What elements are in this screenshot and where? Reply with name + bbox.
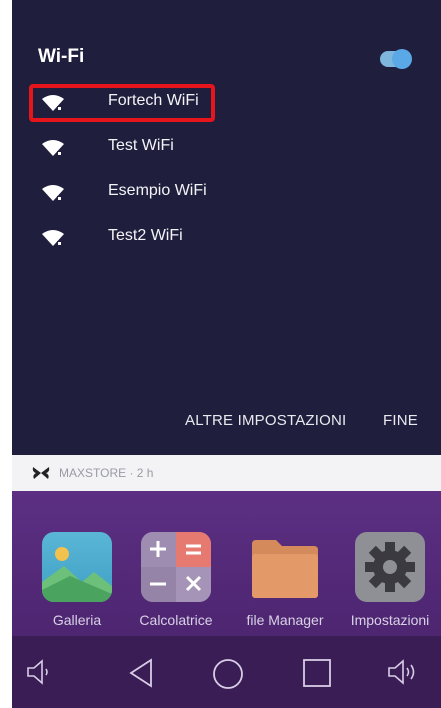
app-impostazioni[interactable]: Impostazioni bbox=[340, 532, 440, 628]
network-row-test2[interactable]: Test2 WiFi bbox=[12, 217, 441, 257]
app-label: Calcolatrice bbox=[139, 612, 213, 628]
wifi-locked-icon bbox=[42, 185, 64, 201]
app-label: Galleria bbox=[52, 612, 102, 628]
more-settings-button[interactable]: ALTRE IMPOSTAZIONI bbox=[185, 412, 346, 429]
done-button[interactable]: FINE bbox=[383, 412, 418, 429]
screen: Wi-Fi Fortech WiFi Test WiFi Esempio WiF… bbox=[12, 0, 441, 708]
home-screen: Galleria Calcolatrice file Manager Impos… bbox=[12, 491, 441, 636]
app-calcolatrice[interactable]: Calcolatrice bbox=[126, 532, 226, 628]
notification-text: MAXSTORE · 2 h bbox=[59, 466, 154, 480]
app-label: file Manager bbox=[246, 612, 324, 628]
network-name: Test2 WiFi bbox=[108, 227, 183, 244]
app-file-manager[interactable]: file Manager bbox=[235, 532, 335, 628]
calculator-icon bbox=[141, 532, 211, 602]
app-galleria[interactable]: Galleria bbox=[27, 532, 127, 628]
navigation-bar bbox=[12, 636, 441, 708]
selection-highlight bbox=[29, 84, 215, 122]
butterfly-icon bbox=[32, 467, 50, 479]
back-icon[interactable] bbox=[128, 658, 154, 688]
app-label: Impostazioni bbox=[350, 612, 430, 628]
wifi-locked-icon bbox=[42, 230, 64, 246]
home-icon[interactable] bbox=[212, 658, 244, 690]
volume-up-icon[interactable] bbox=[387, 658, 421, 686]
gallery-icon bbox=[42, 532, 112, 602]
gear-icon bbox=[355, 532, 425, 602]
recents-icon[interactable] bbox=[302, 658, 332, 688]
network-row-test[interactable]: Test WiFi bbox=[12, 127, 441, 167]
wifi-toggle[interactable] bbox=[380, 49, 412, 69]
network-name: Esempio WiFi bbox=[108, 182, 207, 199]
wifi-title: Wi-Fi bbox=[38, 46, 85, 67]
notification-bar[interactable]: MAXSTORE · 2 h bbox=[12, 455, 441, 491]
volume-down-icon[interactable] bbox=[26, 658, 52, 686]
network-name: Test WiFi bbox=[108, 137, 174, 154]
folder-icon bbox=[250, 532, 320, 602]
toggle-knob bbox=[392, 49, 412, 69]
network-row-esempio[interactable]: Esempio WiFi bbox=[12, 172, 441, 212]
wifi-locked-icon bbox=[42, 140, 64, 156]
wifi-panel: Wi-Fi Fortech WiFi Test WiFi Esempio WiF… bbox=[12, 0, 441, 455]
